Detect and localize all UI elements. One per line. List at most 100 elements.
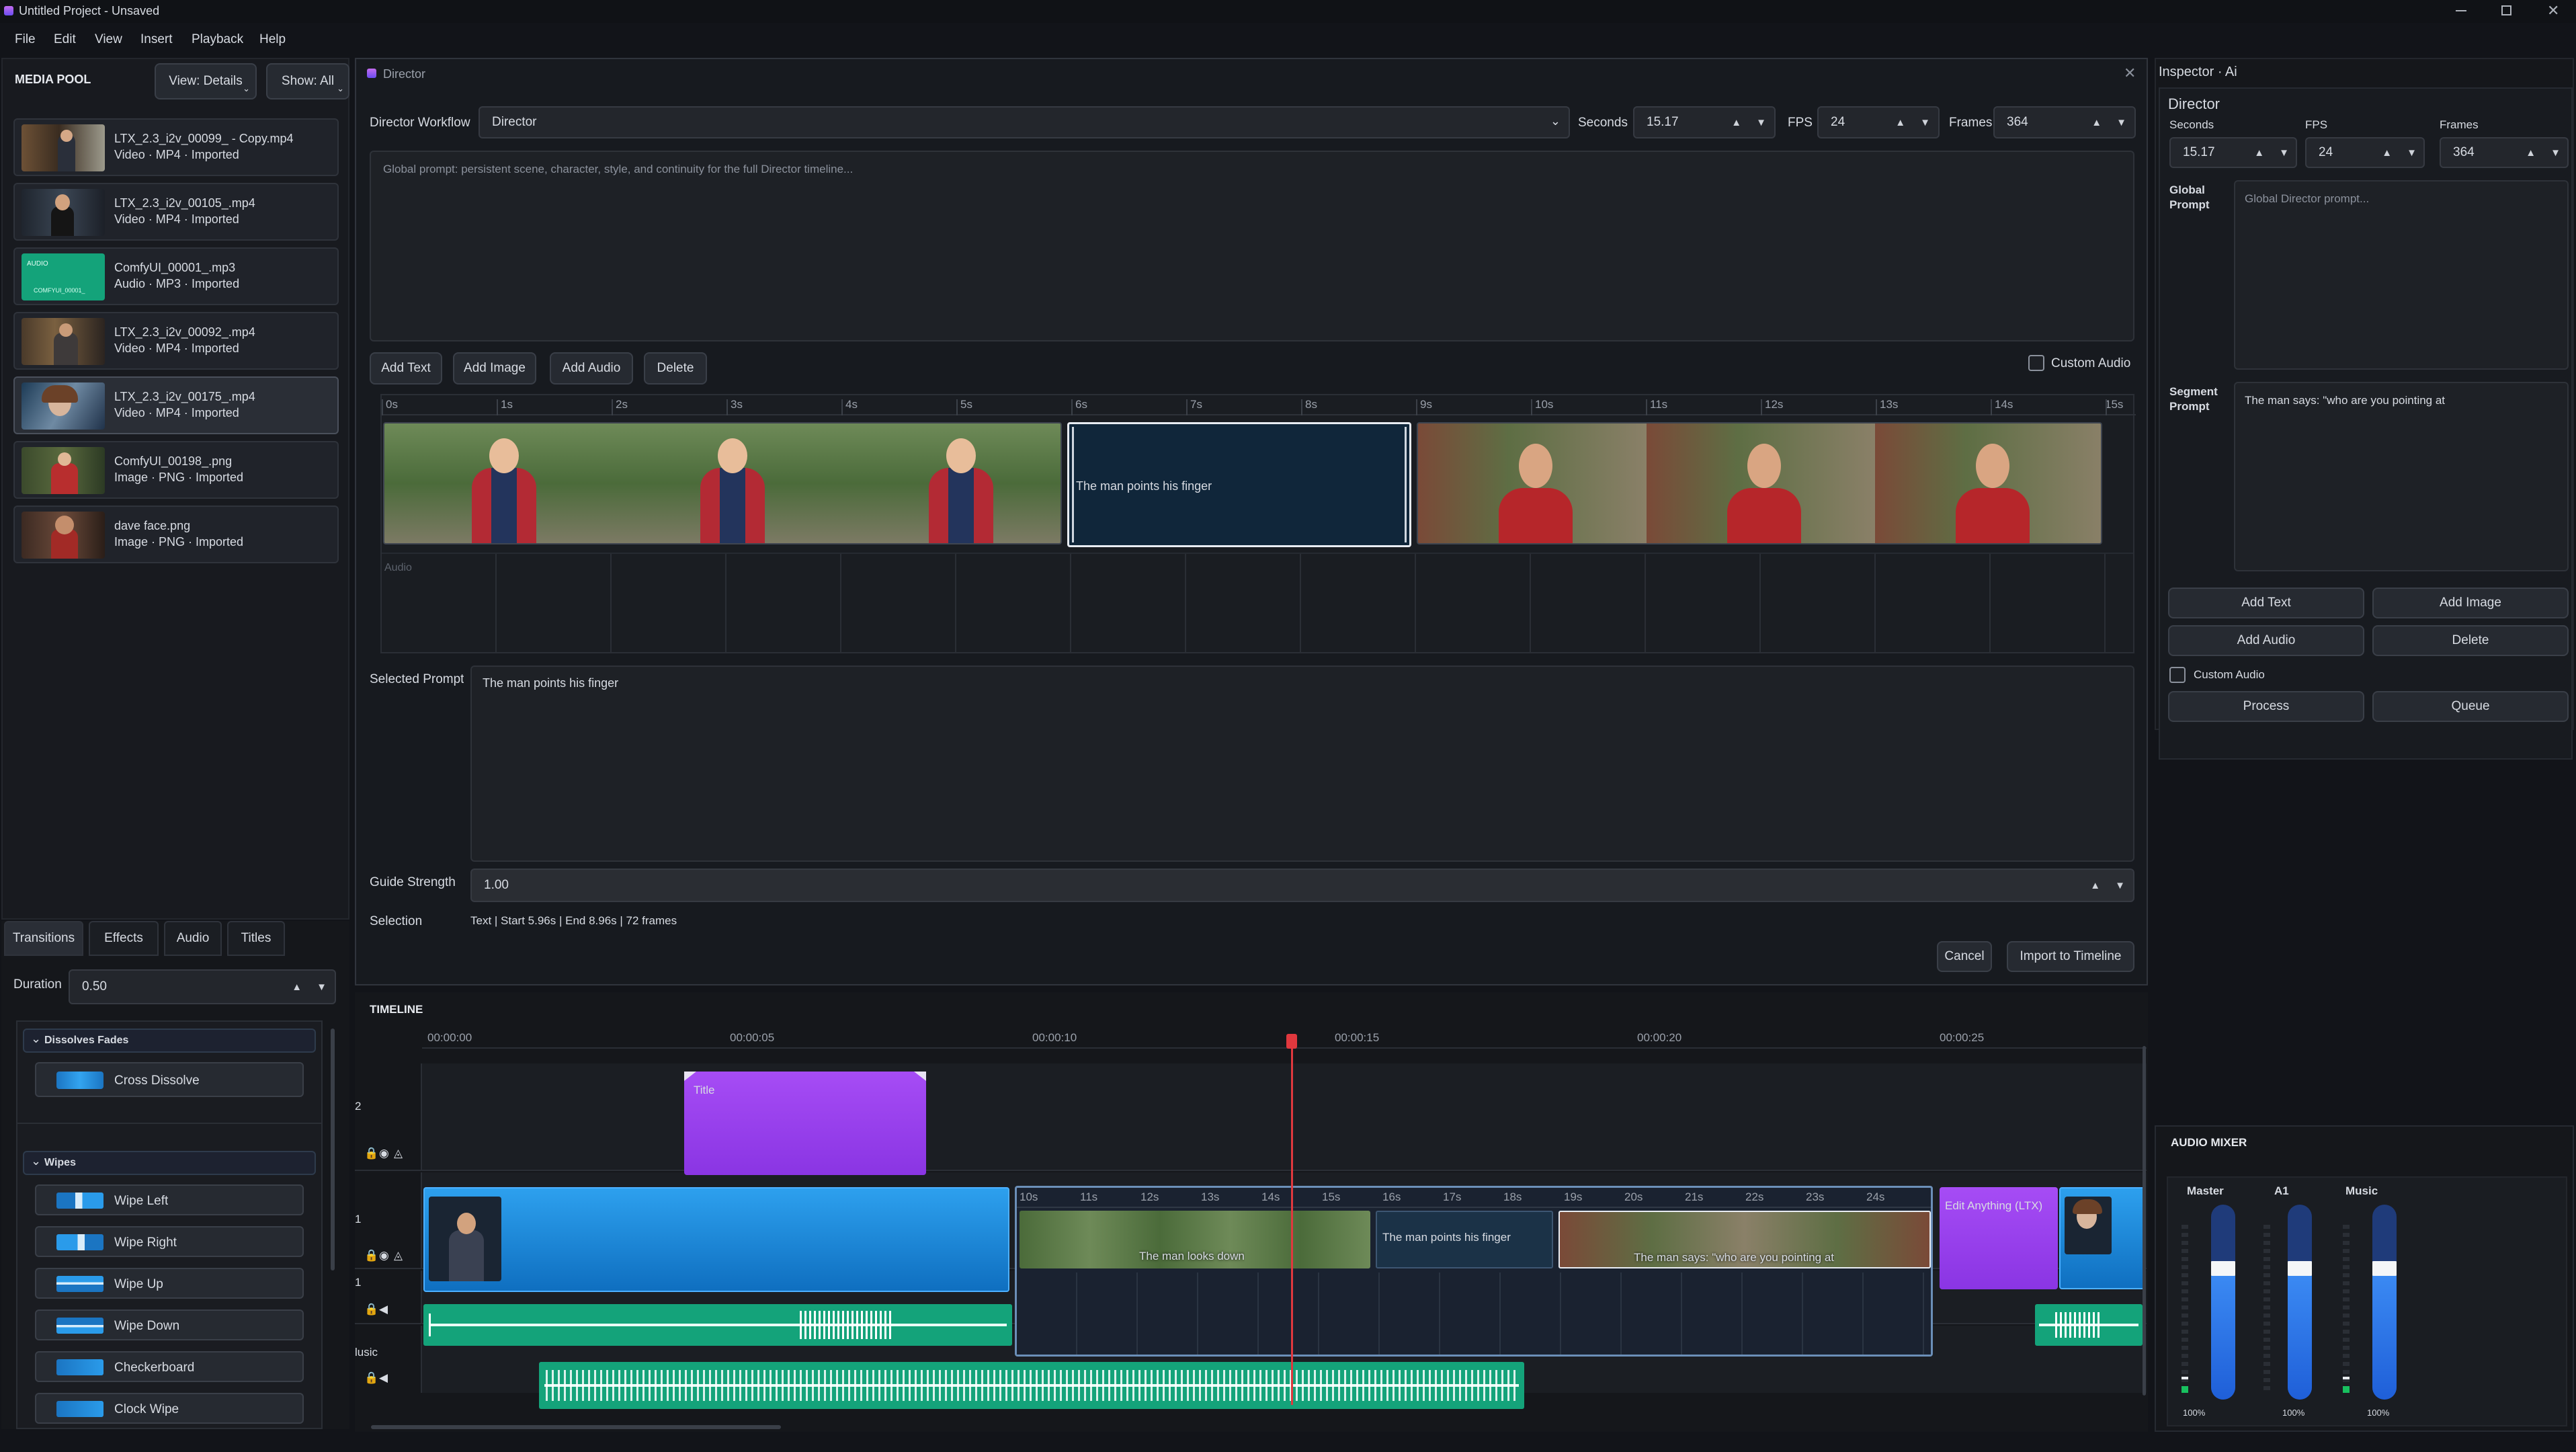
spin-down-icon[interactable]: ▼ bbox=[2550, 147, 2561, 159]
tab-titles[interactable]: Titles bbox=[227, 921, 285, 956]
speaker-icon[interactable]: ◀ bbox=[379, 1371, 388, 1385]
image-segment-1[interactable] bbox=[383, 422, 1062, 544]
inspector-global-prompt-input[interactable]: Global Director prompt... bbox=[2234, 180, 2569, 370]
inspector-seconds-input[interactable]: 15.17 ▲ ▼ bbox=[2169, 137, 2297, 168]
lock-icon[interactable]: 🔒 bbox=[364, 1249, 378, 1262]
mute-icon[interactable]: ◬ bbox=[394, 1147, 403, 1160]
transition-clock-wipe[interactable]: Clock Wipe bbox=[35, 1393, 304, 1424]
group-dissolves-header[interactable]: ⌄ Dissolves Fades bbox=[23, 1028, 316, 1053]
bottom-hscrollbar[interactable] bbox=[371, 1425, 781, 1429]
global-prompt-input[interactable]: Global prompt: persistent scene, charact… bbox=[370, 151, 2134, 341]
spin-down-icon[interactable]: ▼ bbox=[1920, 117, 1930, 128]
video-clip-1[interactable] bbox=[423, 1187, 1009, 1292]
mute-icon[interactable]: ◬ bbox=[394, 1249, 403, 1262]
add-text-button[interactable]: Add Text bbox=[370, 352, 442, 385]
fader-handle[interactable] bbox=[2288, 1261, 2312, 1276]
transition-wipe-down[interactable]: Wipe Down bbox=[35, 1309, 304, 1340]
edit-anything-clip[interactable]: Edit Anything (LTX) bbox=[1940, 1187, 2058, 1289]
inspector-add-text-button[interactable]: Add Text bbox=[2168, 588, 2364, 618]
process-button[interactable]: Process bbox=[2168, 691, 2364, 722]
inspector-delete-button[interactable]: Delete bbox=[2372, 625, 2569, 656]
spin-up-icon[interactable]: ▲ bbox=[2254, 147, 2264, 159]
selected-prompt-input[interactable]: The man points his finger bbox=[470, 666, 2134, 862]
audio-clip-a1-end[interactable] bbox=[2035, 1304, 2143, 1346]
inspector-add-audio-button[interactable]: Add Audio bbox=[2168, 625, 2364, 656]
seconds-input[interactable]: 15.17 ▲ ▼ bbox=[1633, 106, 1776, 138]
fade-handle-right[interactable] bbox=[914, 1072, 926, 1081]
media-item[interactable]: dave face.png Image · PNG · Imported bbox=[13, 506, 339, 563]
spin-down-icon[interactable]: ▼ bbox=[1756, 117, 1766, 128]
spin-down-icon[interactable]: ▼ bbox=[317, 981, 327, 993]
lock-icon[interactable]: 🔒 bbox=[364, 1371, 378, 1385]
spin-up-icon[interactable]: ▲ bbox=[2382, 147, 2392, 159]
transition-wipe-left[interactable]: Wipe Left bbox=[35, 1184, 304, 1215]
menu-playback[interactable]: Playback bbox=[192, 32, 243, 47]
view-details-button[interactable]: View: Details ⌄ bbox=[155, 63, 257, 99]
spin-up-icon[interactable]: ▲ bbox=[2091, 117, 2102, 128]
guide-strength-input[interactable]: 1.00 ▲ ▼ bbox=[470, 869, 2134, 902]
inspector-segment-prompt-input[interactable]: The man says: "who are you pointing at bbox=[2234, 382, 2569, 571]
a1-fader-track[interactable] bbox=[2288, 1205, 2312, 1400]
tab-transitions[interactable]: Transitions bbox=[4, 921, 83, 956]
maximize-icon[interactable] bbox=[2501, 5, 2511, 15]
image-segment-2[interactable] bbox=[1417, 422, 2102, 544]
fps-input[interactable]: 24 ▲ ▼ bbox=[1817, 106, 1940, 138]
text-segment-selected[interactable]: The man points his finger bbox=[1067, 422, 1411, 547]
spin-up-icon[interactable]: ▲ bbox=[2090, 880, 2100, 891]
menu-view[interactable]: View bbox=[95, 32, 122, 47]
spin-down-icon[interactable]: ▼ bbox=[2407, 147, 2417, 159]
fader-handle[interactable] bbox=[2211, 1261, 2235, 1276]
composite-segment-1[interactable]: The man looks down bbox=[1020, 1211, 1370, 1268]
video-clip-2[interactable] bbox=[2059, 1187, 2145, 1289]
fade-handle-left[interactable] bbox=[684, 1072, 696, 1081]
list-scrollbar[interactable] bbox=[331, 1028, 335, 1270]
cancel-button[interactable]: Cancel bbox=[1937, 941, 1992, 972]
delete-button[interactable]: Delete bbox=[644, 352, 707, 385]
fader-handle[interactable] bbox=[2372, 1261, 2397, 1276]
queue-button[interactable]: Queue bbox=[2372, 691, 2569, 722]
duration-input[interactable]: 0.50 ▲ ▼ bbox=[69, 969, 336, 1004]
transition-wipe-up[interactable]: Wipe Up bbox=[35, 1268, 304, 1299]
frames-input[interactable]: 364 ▲ ▼ bbox=[1993, 106, 2136, 138]
transition-checkerboard[interactable]: Checkerboard bbox=[35, 1351, 304, 1382]
audio-clip-a1[interactable] bbox=[423, 1304, 1012, 1346]
timeline-vscrollbar[interactable] bbox=[2143, 1046, 2146, 1396]
inspector-frames-input[interactable]: 364 ▲ ▼ bbox=[2440, 137, 2569, 168]
menu-edit[interactable]: Edit bbox=[54, 32, 76, 47]
minimize-icon[interactable] bbox=[2456, 10, 2466, 11]
music-clip[interactable] bbox=[539, 1362, 1524, 1409]
menu-file[interactable]: File bbox=[15, 32, 36, 47]
inspector-add-image-button[interactable]: Add Image bbox=[2372, 588, 2569, 618]
media-item-selected[interactable]: LTX_2.3_i2v_00175_.mp4 Video · MP4 · Imp… bbox=[13, 376, 339, 434]
show-all-button[interactable]: Show: All ⌄ bbox=[266, 63, 349, 99]
spin-up-icon[interactable]: ▲ bbox=[1895, 117, 1905, 128]
director-composite-clip[interactable]: 10s 11s 12s 13s 14s 15s 16s 17s 18s 19s … bbox=[1015, 1186, 1933, 1357]
lock-icon[interactable]: 🔒 bbox=[364, 1303, 378, 1316]
audio-lane[interactable]: Audio bbox=[382, 553, 2133, 652]
media-item[interactable]: LTX_2.3_i2v_00105_.mp4 Video · MP4 · Imp… bbox=[13, 183, 339, 241]
group-wipes-header[interactable]: ⌄ Wipes bbox=[23, 1151, 316, 1175]
spin-down-icon[interactable]: ▼ bbox=[2115, 880, 2125, 891]
workflow-select[interactable]: Director ⌄ bbox=[479, 106, 1570, 138]
spin-up-icon[interactable]: ▲ bbox=[2526, 147, 2536, 159]
spin-up-icon[interactable]: ▲ bbox=[292, 981, 302, 993]
eye-icon[interactable]: ◉ bbox=[379, 1147, 389, 1160]
media-item[interactable]: LTX_2.3_i2v_00099_ - Copy.mp4 Video · MP… bbox=[13, 118, 339, 176]
transition-wipe-right[interactable]: Wipe Right bbox=[35, 1226, 304, 1257]
tab-audio[interactable]: Audio bbox=[164, 921, 222, 956]
composite-segment-3[interactable]: The man says: "who are you pointing at bbox=[1559, 1211, 1931, 1268]
import-to-timeline-button[interactable]: Import to Timeline bbox=[2007, 941, 2134, 972]
eye-icon[interactable]: ◉ bbox=[379, 1249, 389, 1262]
transition-cross-dissolve[interactable]: Cross Dissolve bbox=[35, 1062, 304, 1097]
tab-effects[interactable]: Effects bbox=[89, 921, 159, 956]
speaker-icon[interactable]: ◀ bbox=[379, 1303, 388, 1316]
spin-down-icon[interactable]: ▼ bbox=[2116, 117, 2126, 128]
playhead-handle[interactable] bbox=[1286, 1034, 1297, 1049]
media-item[interactable]: ComfyUI_00198_.png Image · PNG · Importe… bbox=[13, 441, 339, 499]
close-dialog-icon[interactable]: ✕ bbox=[2124, 65, 2136, 82]
media-item[interactable]: LTX_2.3_i2v_00092_.mp4 Video · MP4 · Imp… bbox=[13, 312, 339, 370]
add-audio-button[interactable]: Add Audio bbox=[550, 352, 633, 385]
inspector-fps-input[interactable]: 24 ▲ ▼ bbox=[2305, 137, 2425, 168]
title-clip[interactable]: Title bbox=[684, 1072, 926, 1175]
menu-help[interactable]: Help bbox=[259, 32, 286, 47]
